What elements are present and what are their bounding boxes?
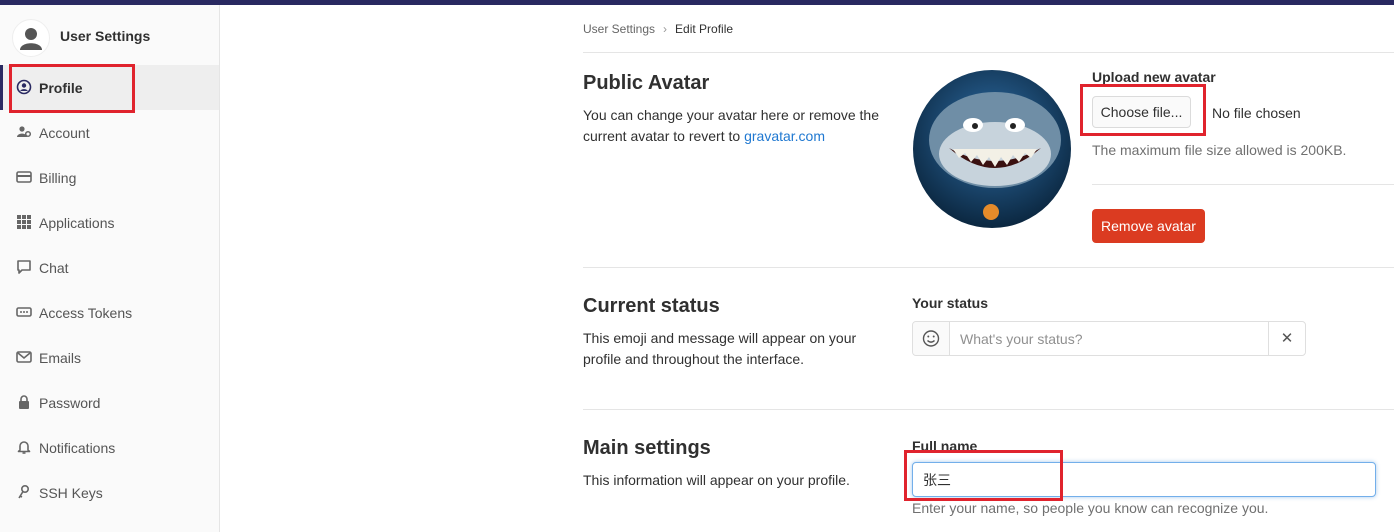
clear-status-button[interactable]: ✕ <box>1268 322 1305 355</box>
grid-icon <box>16 214 32 230</box>
divider <box>583 52 1394 53</box>
credit-card-icon <box>16 169 32 185</box>
full-name-label: Full name <box>912 438 978 454</box>
no-file-chosen-text: No file chosen <box>1212 105 1301 121</box>
avatar-desc-text: You can change your avatar here or remov… <box>583 107 880 144</box>
section-desc-main: This information will appear on your pro… <box>583 472 850 488</box>
avatar-size-help: The maximum file size allowed is 200KB. <box>1092 142 1347 158</box>
sidebar-item-password[interactable]: Password <box>0 380 219 425</box>
profile-icon <box>16 79 32 95</box>
sidebar-item-label: Emails <box>39 350 82 366</box>
sidebar-item-chat[interactable]: Chat <box>0 245 219 290</box>
sidebar-item-label: SSH Keys <box>39 485 103 501</box>
sidebar-item-label: Password <box>39 395 101 411</box>
divider <box>583 409 1394 410</box>
full-name-input[interactable] <box>912 462 1376 497</box>
upload-avatar-label: Upload new avatar <box>1092 69 1216 85</box>
key-icon <box>16 484 32 500</box>
sidebar-item-account[interactable]: Account <box>0 110 219 155</box>
section-title-main: Main settings <box>583 437 711 459</box>
breadcrumb-current: Edit Profile <box>675 22 734 36</box>
close-icon: ✕ <box>1280 330 1294 347</box>
lock-icon <box>16 394 32 410</box>
sidebar-item-label: Access Tokens <box>39 305 133 321</box>
profile-avatar-image <box>913 70 1071 228</box>
breadcrumb-chevron-icon: › <box>663 22 668 36</box>
section-title-status: Current status <box>583 295 720 317</box>
settings-sidebar: User Settings Profile Account Billing Ap… <box>0 5 220 532</box>
gravatar-link[interactable]: gravatar.com <box>744 128 825 144</box>
section-desc-avatar: You can change your avatar here or remov… <box>583 105 893 147</box>
sidebar-item-access-tokens[interactable]: Access Tokens <box>0 290 219 335</box>
section-desc-status: This emoji and message will appear on yo… <box>583 330 857 367</box>
smiley-icon <box>922 330 940 347</box>
sidebar-item-label: Account <box>39 125 90 141</box>
sidebar-item-emails[interactable]: Emails <box>0 335 219 380</box>
sidebar-item-label: Applications <box>39 215 115 231</box>
sidebar-item-label: Billing <box>39 170 77 186</box>
chat-icon <box>16 259 32 275</box>
sidebar-item-label: Notifications <box>39 440 116 456</box>
breadcrumb-parent-link[interactable]: User Settings <box>583 22 655 36</box>
sidebar-item-label: Chat <box>39 260 69 276</box>
divider <box>583 267 1394 268</box>
full-name-help: Enter your name, so people you know can … <box>912 500 1269 516</box>
sidebar-header[interactable]: User Settings <box>0 5 219 65</box>
status-input-group: ✕ <box>912 321 1306 356</box>
account-icon <box>16 124 32 140</box>
divider <box>1092 184 1394 185</box>
mail-icon <box>16 349 32 365</box>
token-icon <box>16 304 32 320</box>
status-input[interactable] <box>950 322 1268 355</box>
remove-avatar-button[interactable]: Remove avatar <box>1092 209 1205 243</box>
sidebar-item-profile[interactable]: Profile <box>0 65 219 110</box>
your-status-label: Your status <box>912 295 988 311</box>
sidebar-title: User Settings <box>60 28 151 44</box>
breadcrumb: User Settings › Edit Profile <box>583 22 733 36</box>
bell-icon <box>16 439 32 455</box>
choose-file-button[interactable]: Choose file... <box>1092 96 1191 128</box>
sidebar-item-applications[interactable]: Applications <box>0 200 219 245</box>
sidebar-item-billing[interactable]: Billing <box>0 155 219 200</box>
section-title-avatar: Public Avatar <box>583 72 710 94</box>
sidebar-item-notifications[interactable]: Notifications <box>0 425 219 470</box>
emoji-picker-button[interactable] <box>913 322 950 355</box>
sidebar-item-ssh-keys[interactable]: SSH Keys <box>0 470 219 515</box>
sidebar-item-label: Profile <box>39 80 83 96</box>
user-avatar-icon <box>12 19 50 57</box>
